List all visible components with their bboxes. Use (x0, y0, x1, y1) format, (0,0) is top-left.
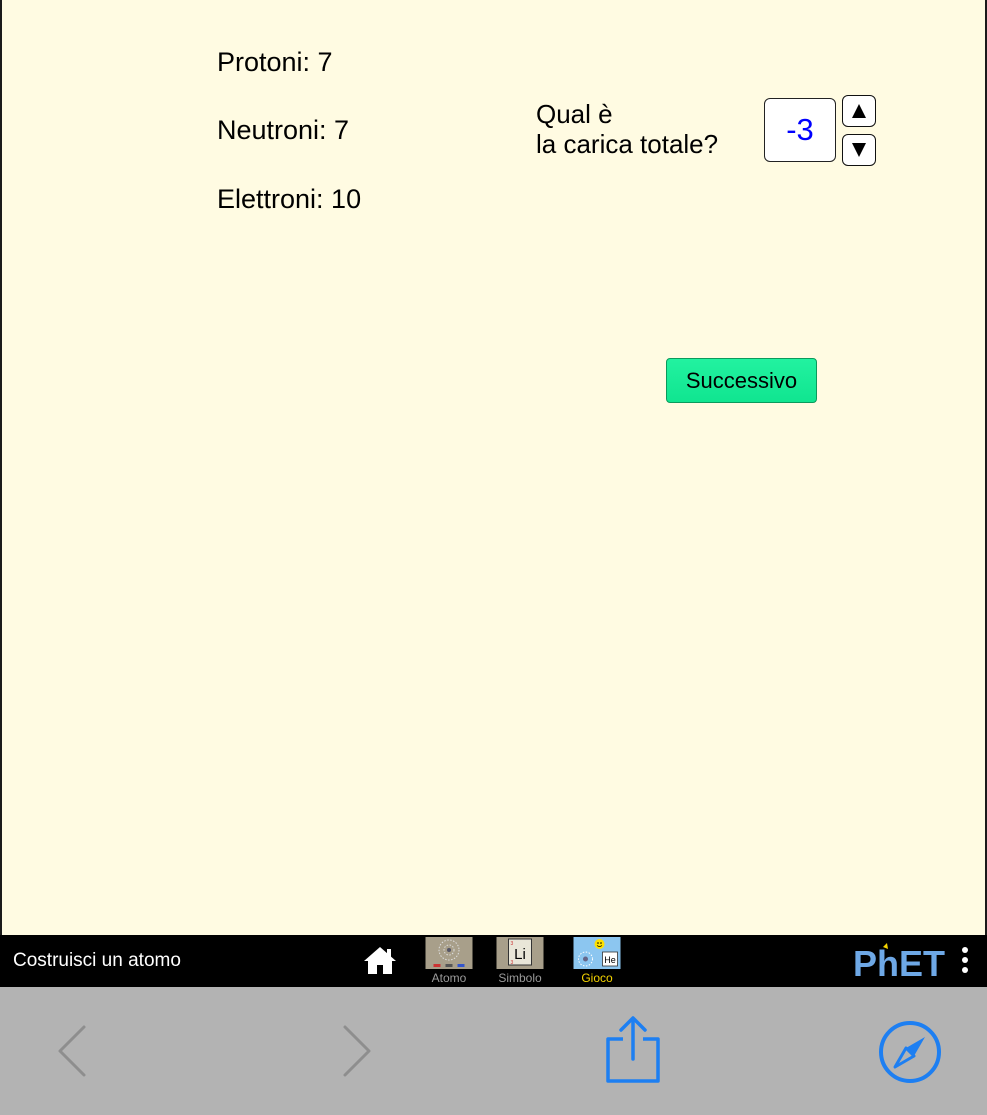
svg-text:Li: Li (514, 946, 526, 963)
screen-label-gioco: Gioco (581, 971, 613, 985)
charge-decrement-button[interactable] (842, 134, 876, 166)
menu-dot-icon (962, 967, 968, 973)
menu-dot-icon (962, 947, 968, 953)
browser-toolbar (0, 987, 987, 1115)
neutrons-label: Neutroni: 7 (217, 115, 350, 145)
svg-text:3: 3 (511, 960, 514, 966)
svg-text:PhET: PhET (853, 943, 945, 979)
screen-button-gioco[interactable]: He Gioco (567, 935, 627, 987)
share-icon[interactable] (604, 1015, 662, 1085)
phet-logo[interactable]: PhET (853, 943, 949, 979)
screen-button-atomo[interactable]: Atomo (419, 935, 479, 987)
game-thumbnail-icon: He (573, 937, 621, 969)
screen-button-simbolo[interactable]: Li 3 3 Simbolo (490, 935, 550, 987)
charge-increment-button[interactable] (842, 95, 876, 127)
svg-text:He: He (604, 955, 616, 965)
menu-dot-icon (962, 957, 968, 963)
app-title: Costruisci un atomo (13, 950, 181, 971)
charge-question: Qual è la carica totale? (536, 99, 718, 159)
question-line-1: Qual è (536, 99, 613, 129)
atom-thumbnail-icon (425, 937, 473, 969)
triangle-up-icon (852, 104, 866, 118)
electrons-label: Elettroni: 10 (217, 184, 362, 214)
protons-label: Protoni: 7 (217, 47, 333, 77)
navigation-bar: Costruisci un atomo Atomo Li 3 3 Simbolo (0, 935, 987, 987)
next-button[interactable]: Successivo (666, 358, 817, 403)
svg-text:3: 3 (511, 941, 514, 947)
compass-icon[interactable] (878, 1020, 942, 1084)
forward-chevron-icon[interactable] (339, 1023, 375, 1079)
symbol-thumbnail-icon: Li 3 3 (496, 937, 544, 969)
screen-label-atomo: Atomo (431, 971, 467, 985)
back-chevron-icon[interactable] (54, 1023, 90, 1079)
home-button[interactable] (363, 945, 397, 977)
charge-value-display: -3 (764, 98, 836, 162)
options-menu-button[interactable] (958, 947, 972, 977)
question-line-2: la carica totale? (536, 129, 719, 159)
screen-label-simbolo: Simbolo (498, 971, 542, 985)
home-icon (364, 947, 396, 974)
simulation-area: Protoni: 7 Neutroni: 7 Elettroni: 10 Qua… (0, 0, 987, 935)
triangle-down-icon (852, 143, 866, 157)
